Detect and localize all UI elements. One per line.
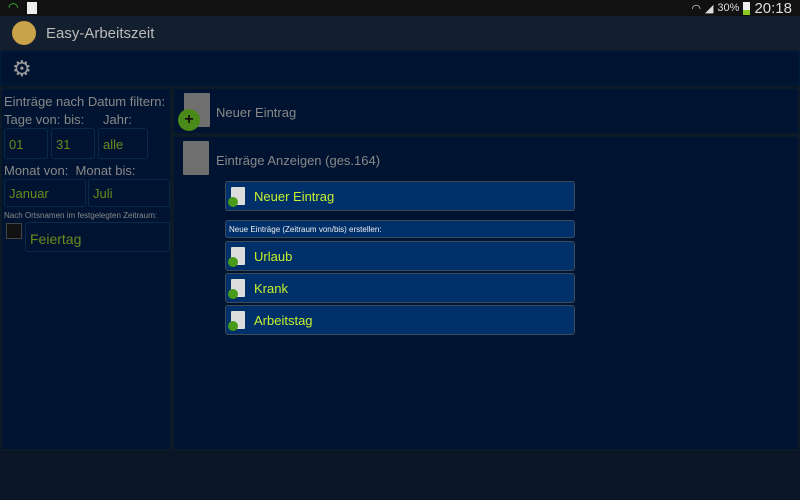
add-document-icon — [228, 311, 245, 331]
signal-icon: ◢ — [704, 2, 714, 15]
button-label: Neuer Eintrag — [254, 188, 335, 204]
status-bar: ◠ ◠ ◢ 30% 20:18 — [0, 0, 800, 17]
year-input[interactable]: alle — [98, 128, 148, 159]
show-entries-label[interactable]: Einträge Anzeigen (ges.164) — [216, 153, 380, 168]
gear-icon[interactable]: ⚙ — [12, 56, 32, 82]
app-title: Easy-Arbeitszeit — [46, 24, 155, 42]
day-from-input[interactable]: 01 — [4, 128, 48, 159]
month-from-select[interactable]: Januar — [4, 179, 86, 207]
add-document-icon — [228, 279, 245, 299]
place-input[interactable]: Feiertag — [25, 222, 170, 252]
days-label: Tage von: bis: — [4, 112, 85, 127]
vacation-button[interactable]: Urlaub — [225, 241, 575, 271]
filter-heading: Einträge nach Datum filtern: — [4, 94, 166, 109]
new-entry-row[interactable]: + Neuer Eintrag — [172, 87, 800, 135]
battery-icon — [743, 1, 751, 15]
new-entry-button[interactable]: Neuer Eintrag — [225, 181, 575, 211]
range-label: Neue Einträge (Zeitraum von/bis) erstell… — [225, 220, 575, 238]
day-to-input[interactable]: 31 — [51, 128, 95, 159]
document-icon — [183, 141, 209, 175]
app-logo-icon[interactable] — [12, 21, 36, 45]
add-icon: + — [178, 109, 200, 131]
month-labels: Monat von: Monat bis: — [4, 163, 136, 178]
clock: 20:18 — [754, 0, 792, 17]
place-label: Nach Ortsnamen im festgelegten Zeitraum: — [4, 211, 157, 220]
action-bar: Easy-Arbeitszeit — [0, 16, 800, 50]
year-label: Jahr: — [103, 112, 132, 127]
wifi-icon: ◠ — [691, 2, 701, 15]
workday-button[interactable]: Arbeitstag — [225, 305, 575, 335]
place-checkbox[interactable] — [6, 223, 22, 239]
sim-icon — [27, 2, 37, 14]
toolbar: ⚙ — [0, 51, 800, 86]
button-label: Krank — [254, 280, 288, 296]
month-to-select[interactable]: Juli — [88, 179, 170, 207]
battery-percent: 30% — [717, 2, 740, 14]
wifi-icon: ◠ — [8, 0, 19, 14]
add-document-icon — [228, 247, 245, 267]
button-label: Urlaub — [254, 248, 293, 264]
button-label: Arbeitstag — [254, 312, 313, 328]
new-entry-label: Neuer Eintrag — [216, 105, 297, 120]
add-document-icon — [228, 187, 245, 207]
filter-panel: Einträge nach Datum filtern: Tage von: b… — [0, 87, 172, 451]
sick-button[interactable]: Krank — [225, 273, 575, 303]
